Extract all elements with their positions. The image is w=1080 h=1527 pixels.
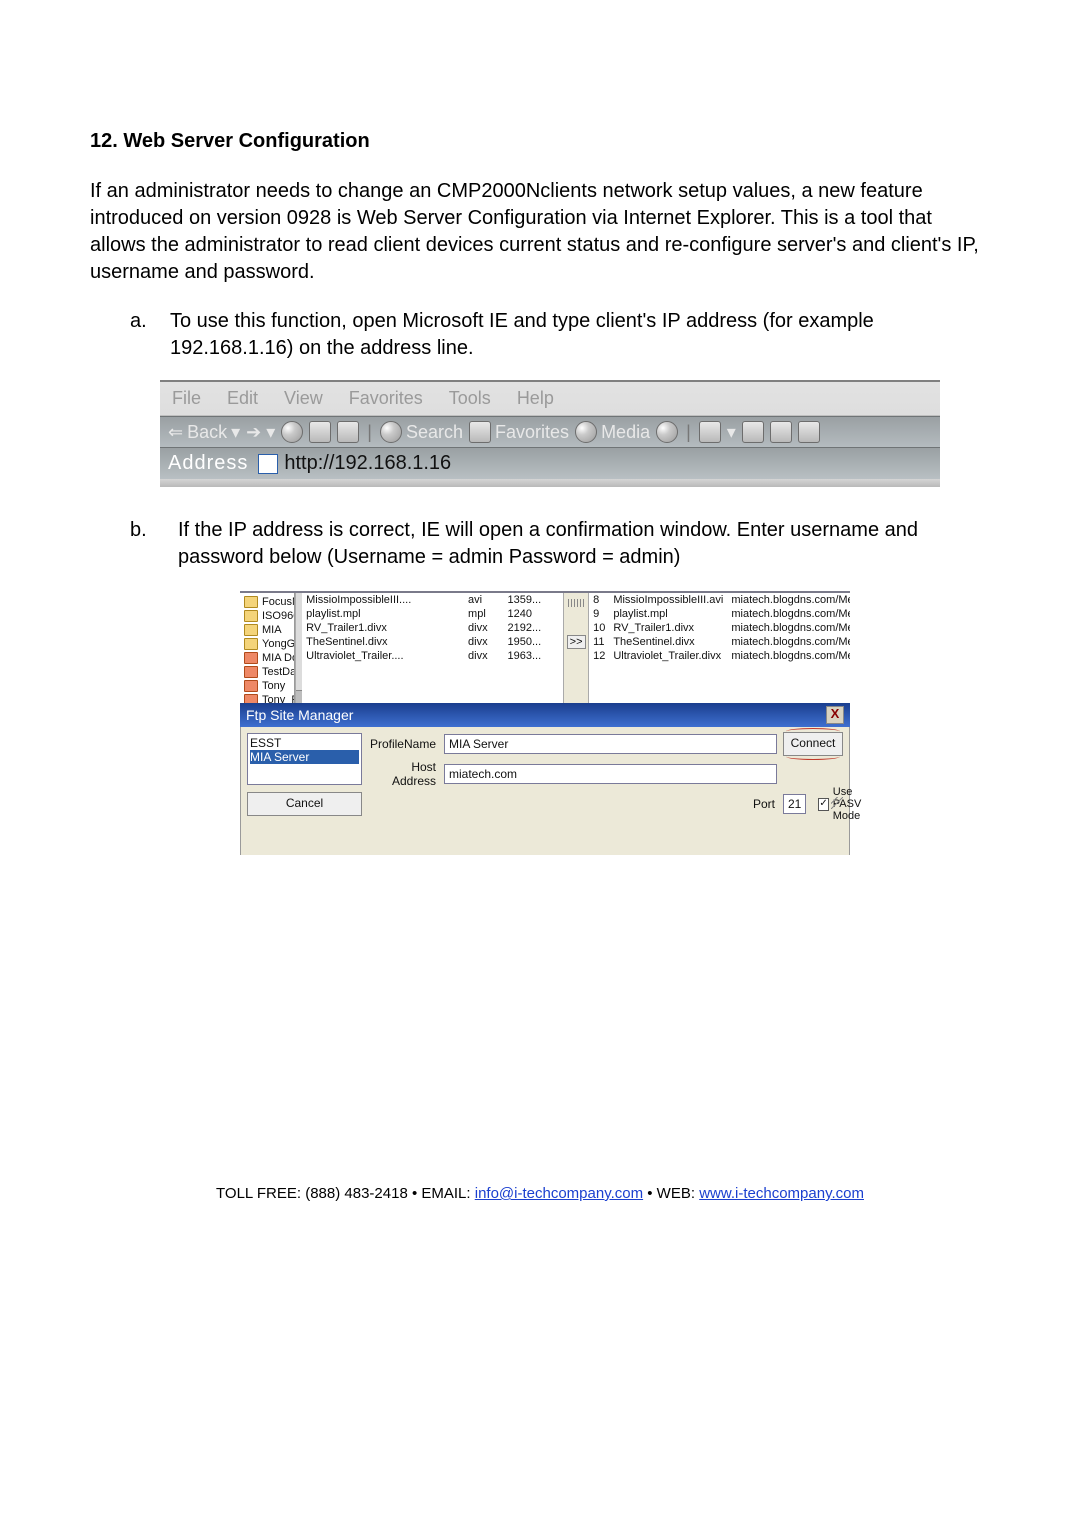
intro-paragraph: If an administrator needs to change an C… (90, 178, 990, 286)
history-icon[interactable] (656, 421, 678, 443)
step-a-text: To use this function, open Microsoft IE … (170, 308, 990, 362)
step-b: b. If the IP address is correct, IE will… (130, 517, 990, 571)
address-label: Address (168, 452, 248, 475)
menu-view[interactable]: View (284, 388, 323, 409)
mail-icon[interactable] (699, 421, 721, 443)
port-input[interactable]: 21 (783, 794, 806, 814)
cancel-button[interactable]: Cancel (247, 792, 362, 816)
menu-edit[interactable]: Edit (227, 388, 258, 409)
ie-address-bar: Address http://192.168.1.16 (160, 448, 940, 479)
tree-scrollbar[interactable] (295, 593, 302, 703)
ie-toolbar: ⇐ Back ▾ ➔ ▾ | Search Favorites Media | … (160, 416, 940, 448)
local-file-list[interactable]: MissioImpossibleIII....avi1359... playli… (302, 593, 563, 703)
transfer-column: >> (563, 593, 589, 703)
step-a: a. To use this function, open Microsoft … (130, 308, 990, 362)
step-b-text: If the IP address is correct, IE will op… (170, 517, 990, 571)
page-footer: TOLL FREE: (888) 483-2418 • EMAIL: info@… (90, 1185, 990, 1202)
remote-file-list[interactable]: 8MissioImpossibleIII.avimiatech.blogdns.… (589, 593, 850, 703)
toolbar-separator: | (365, 422, 374, 443)
tree-item: Tony (244, 679, 294, 693)
tree-item: FocusMedia (244, 595, 294, 609)
list-item: MissioImpossibleIII....avi1359... (302, 593, 563, 607)
folder-tree[interactable]: FocusMedia ISO9660 MIA YongGe.FEG MIA Do… (240, 593, 295, 703)
stop-icon[interactable] (281, 421, 303, 443)
ftp-screenshot: FocusMedia ISO9660 MIA YongGe.FEG MIA Do… (240, 591, 850, 855)
tree-item: TestData (244, 665, 294, 679)
footer-email-link[interactable]: info@i-techcompany.com (475, 1185, 643, 1202)
profile-option: MIA Server (250, 750, 359, 764)
step-b-marker: b. (130, 517, 170, 571)
tree-item: ISO9660 (244, 609, 294, 623)
port-label: Port (444, 797, 777, 811)
list-item: 10RV_Trailer1.divxmiatech.blogdns.com/Me… (589, 621, 850, 635)
list-item: 8MissioImpossibleIII.avimiatech.blogdns.… (589, 593, 850, 607)
tree-item: Tony_Playlist (244, 693, 294, 703)
profile-option: ESST (250, 736, 359, 750)
section-title: 12. Web Server Configuration (90, 130, 990, 153)
profile-listbox[interactable]: ESST MIA Server (247, 733, 362, 785)
close-button[interactable]: X (826, 706, 844, 724)
step-a-marker: a. (130, 308, 170, 362)
transfer-button[interactable]: >> (567, 635, 586, 649)
menu-favorites[interactable]: Favorites (349, 388, 423, 409)
media-button[interactable]: Media (575, 421, 650, 443)
favorites-button[interactable]: Favorites (469, 421, 569, 443)
ie-screenshot: File Edit View Favorites Tools Help ⇐ Ba… (160, 380, 940, 487)
list-item: playlist.mplmpl1240 (302, 607, 563, 621)
address-input[interactable]: http://192.168.1.16 (284, 452, 451, 475)
discuss-icon[interactable] (798, 421, 820, 443)
menu-file[interactable]: File (172, 388, 201, 409)
menu-tools[interactable]: Tools (449, 388, 491, 409)
host-address-label: Host Address (368, 760, 438, 788)
search-button[interactable]: Search (380, 421, 463, 443)
list-item: RV_Trailer1.divxdivx2192... (302, 621, 563, 635)
toolbar-separator: | (684, 422, 693, 443)
profile-name-label: ProfileName (368, 737, 438, 751)
site-manager-form: ESST MIA Server ProfileName MIA Server C… (240, 727, 850, 855)
tree-item: MIA (244, 623, 294, 637)
tree-item: YongGe.FEG (244, 637, 294, 651)
menu-help[interactable]: Help (517, 388, 554, 409)
refresh-icon[interactable] (309, 421, 331, 443)
page-icon (258, 454, 278, 474)
footer-web-link[interactable]: www.i-techcompany.com (699, 1185, 864, 1202)
pasv-checkbox[interactable]: ✓ (818, 798, 828, 811)
home-icon[interactable] (337, 421, 359, 443)
list-item: Ultraviolet_Trailer....divx1963... (302, 649, 563, 663)
list-item: 12Ultraviolet_Trailer.divxmiatech.blogdn… (589, 649, 850, 663)
list-item: 11TheSentinel.divxmiatech.blogdns.com/Me… (589, 635, 850, 649)
back-button[interactable]: ⇐ Back ▾ (168, 422, 240, 443)
resize-grip-icon[interactable] (831, 797, 843, 809)
list-item: 9playlist.mplmiatech.blogdns.com/Media.C… (589, 607, 850, 621)
ie-menu-bar: File Edit View Favorites Tools Help (160, 382, 940, 416)
dialog-title: Ftp Site Manager (246, 707, 353, 723)
edit-icon[interactable] (770, 421, 792, 443)
grip-icon (568, 599, 584, 607)
print-icon[interactable] (742, 421, 764, 443)
tree-item: MIA Documents (244, 651, 294, 665)
list-item: TheSentinel.divxdivx1950... (302, 635, 563, 649)
connect-button[interactable]: Connect (783, 732, 843, 756)
dialog-title-bar: Ftp Site Manager X (240, 703, 850, 727)
host-address-input[interactable]: miatech.com (444, 764, 777, 784)
forward-button[interactable]: ➔ ▾ (246, 422, 275, 443)
profile-name-input[interactable]: MIA Server (444, 734, 777, 754)
